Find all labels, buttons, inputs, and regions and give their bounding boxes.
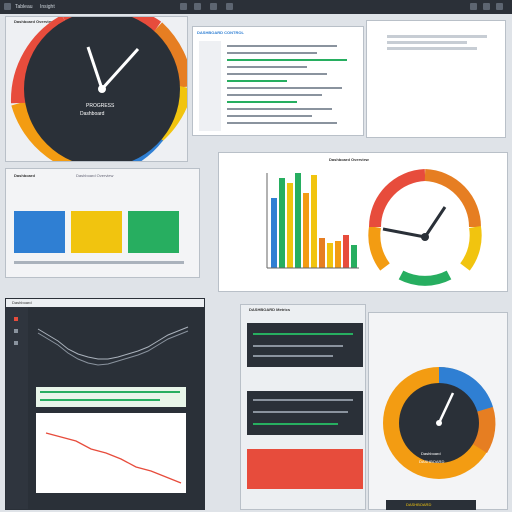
code-line <box>227 80 287 82</box>
gauge-chart <box>10 17 187 161</box>
maximize-icon[interactable] <box>483 3 490 10</box>
minimize-icon[interactable] <box>470 3 477 10</box>
code-line <box>227 45 337 47</box>
data-table <box>247 323 363 367</box>
code-line <box>227 122 337 124</box>
code-line <box>227 52 317 54</box>
gauge-caption-2: DASHBOARD <box>419 459 445 464</box>
panel-gauge-overview: Dashboard Overview PROGRESS Dashboard <box>5 16 188 162</box>
panel-title: DASHBOARD CONTROL <box>197 30 244 35</box>
property-row <box>387 47 477 50</box>
panel-title: Dashboard <box>12 300 32 305</box>
card-yellow[interactable] <box>71 211 122 253</box>
tool-icon[interactable] <box>14 329 18 333</box>
code-line <box>227 59 347 61</box>
panel-bar-gauge: Dashboard Overview <box>218 152 508 292</box>
gauge-caption-primary: PROGRESS <box>86 103 115 109</box>
gauge-caption: Dashboard <box>421 451 441 456</box>
panel-dashboard-control: DASHBOARD CONTROL <box>192 26 364 136</box>
close-icon[interactable] <box>496 3 503 10</box>
toolbar-icon-3[interactable] <box>210 3 217 10</box>
alert-card[interactable] <box>247 449 363 489</box>
section-label: Insight <box>40 4 55 10</box>
gauge-chart-secondary <box>368 169 482 286</box>
top-bar: Tableau Insight <box>0 0 512 14</box>
toolbar-icon-4[interactable] <box>226 3 233 10</box>
card-green[interactable] <box>128 211 179 253</box>
code-line <box>227 73 327 75</box>
tool-icon[interactable] <box>14 341 18 345</box>
code-line <box>227 87 342 89</box>
code-line <box>227 108 332 110</box>
panel-title: DASHBOARD Metrics <box>249 307 291 312</box>
property-row <box>387 41 467 44</box>
panel-header: Dashboard <box>6 299 204 307</box>
panel-title: Dashboard <box>14 173 35 178</box>
panel-cards: Dashboard Dashboard Overview <box>5 168 200 278</box>
toolbar-icon-2[interactable] <box>194 3 201 10</box>
app-title: Tableau <box>15 4 33 10</box>
panel-line-charts: Dashboard <box>5 298 205 510</box>
line-chart <box>45 432 182 484</box>
toolbar-icon-1[interactable] <box>180 3 187 10</box>
line-gutter <box>199 41 221 131</box>
panel-gauge-bottom: Dashboard DASHBOARD <box>368 312 508 510</box>
gauge-caption-secondary: Dashboard <box>80 111 105 117</box>
panel-metrics: DASHBOARD Metrics <box>240 304 366 510</box>
wave-chart <box>37 326 189 366</box>
card-blue[interactable] <box>14 211 65 253</box>
code-line <box>227 94 322 96</box>
tool-icon[interactable] <box>14 317 18 321</box>
gauge-chart-tertiary <box>383 366 496 479</box>
data-table <box>247 391 363 435</box>
property-row <box>387 35 487 38</box>
code-line <box>227 115 312 117</box>
left-toolbar <box>6 307 28 509</box>
footer-badge: DASHBOARD <box>386 500 476 510</box>
code-line <box>227 66 307 68</box>
line-chart-decline <box>36 413 186 493</box>
code-line <box>227 101 297 103</box>
panel-properties <box>366 20 506 138</box>
panel-subtitle: Dashboard Overview <box>76 173 114 178</box>
table-green <box>36 387 186 407</box>
scrollbar[interactable] <box>14 261 184 264</box>
footer-label: DASHBOARD <box>406 502 432 507</box>
app-icon[interactable] <box>4 3 11 10</box>
